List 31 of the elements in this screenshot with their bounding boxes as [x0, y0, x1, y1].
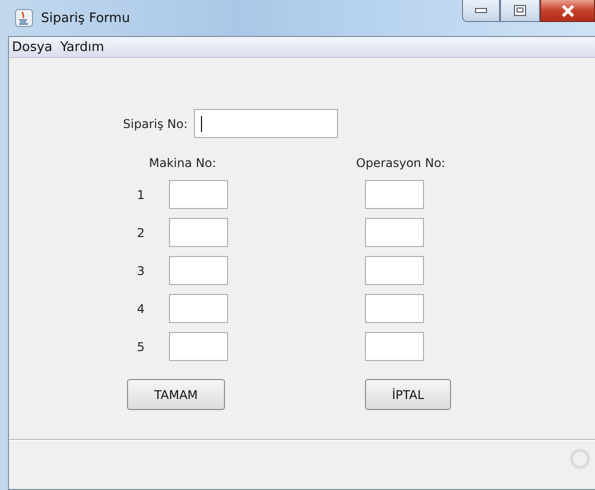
- cancel-button[interactable]: İPTAL: [365, 379, 451, 410]
- machine-number-field[interactable]: [169, 256, 228, 285]
- row-number: 5: [137, 340, 146, 354]
- machine-number-field[interactable]: [169, 218, 228, 247]
- menu-item[interactable]: Dosya: [12, 40, 52, 54]
- row-number: 3: [137, 264, 146, 278]
- window-title: Sipariş Formu: [41, 10, 130, 26]
- column-heading: Makina No:: [149, 156, 216, 170]
- row-number: 4: [137, 302, 146, 316]
- machine-number-field[interactable]: [169, 294, 228, 323]
- machine-number-field[interactable]: [169, 332, 228, 361]
- maximize-icon: [514, 5, 526, 16]
- column-heading: Operasyon No:: [356, 156, 446, 170]
- order-number-label: Sipariş No:: [123, 116, 188, 130]
- maximize-button[interactable]: [500, 0, 540, 22]
- operation-number-field[interactable]: [365, 332, 424, 361]
- order-number-field[interactable]: [194, 109, 338, 138]
- operation-number-field[interactable]: [365, 256, 424, 285]
- operation-number-field[interactable]: [365, 218, 424, 247]
- row-number: 1: [137, 188, 146, 202]
- minimize-button[interactable]: [462, 0, 500, 22]
- machine-number-field[interactable]: [169, 180, 228, 209]
- java-cup-icon: [15, 9, 33, 27]
- close-button[interactable]: [540, 0, 595, 22]
- menu-item[interactable]: Yardım: [60, 40, 104, 54]
- operation-number-field[interactable]: [365, 180, 424, 209]
- row-number: 2: [137, 226, 146, 240]
- minimize-icon: [475, 8, 487, 14]
- ok-button[interactable]: TAMAM: [127, 379, 225, 410]
- operation-number-field[interactable]: [365, 294, 424, 323]
- close-icon: [560, 4, 574, 16]
